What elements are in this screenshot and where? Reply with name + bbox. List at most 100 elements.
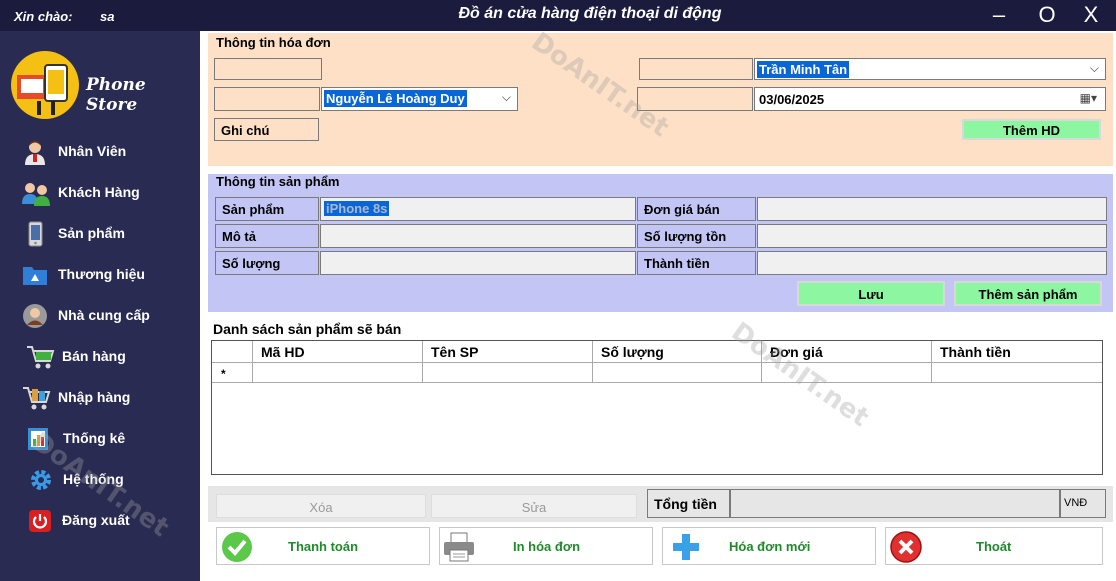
printer-icon bbox=[442, 531, 476, 568]
add-product-button[interactable]: Thêm sản phẩm bbox=[954, 281, 1102, 306]
sidebar-item-dang-xuat[interactable]: Đăng xuất bbox=[0, 500, 200, 540]
table-cell[interactable] bbox=[593, 363, 762, 383]
sidebar-item-nhap-hang[interactable]: Nhập hàng bbox=[0, 377, 200, 417]
note-label: Ghi chú bbox=[214, 118, 319, 141]
delete-button[interactable]: Xóa bbox=[216, 494, 426, 518]
grand-total-field[interactable] bbox=[730, 489, 1060, 518]
customer-selected: Nguyễn Lê Hoàng Duy bbox=[324, 90, 467, 107]
sidebar-item-ban-hang[interactable]: Bán hàng bbox=[0, 336, 200, 376]
sidebar-item-nhan-vien[interactable]: Nhân Viên bbox=[0, 131, 200, 171]
stock-label: Số lượng tồn bbox=[637, 224, 756, 248]
invoice-group-title: Thông tin hóa đơn bbox=[216, 35, 331, 50]
calendar-icon[interactable]: ▦▾ bbox=[1080, 91, 1097, 105]
invoice-id-field[interactable] bbox=[214, 58, 322, 80]
sidebar-item-label: Nhập hàng bbox=[58, 389, 131, 405]
new-invoice-button[interactable]: Hóa đơn mới bbox=[662, 527, 876, 565]
sidebar-item-nha-cung-cap[interactable]: Nhà cung cấp bbox=[0, 295, 200, 335]
sale-list-title: Danh sách sản phẩm sẽ bán bbox=[213, 321, 402, 337]
description-field[interactable] bbox=[320, 224, 636, 248]
check-icon bbox=[221, 531, 253, 568]
product-group-title: Thông tin sản phẩm bbox=[216, 174, 340, 189]
description-label: Mô tả bbox=[215, 224, 319, 248]
stock-field[interactable] bbox=[757, 224, 1107, 248]
import-cart-icon bbox=[22, 385, 51, 411]
chevron-down-icon: ⌵ bbox=[1089, 61, 1099, 75]
sidebar-item-label: Đăng xuất bbox=[62, 512, 130, 528]
sale-list-table[interactable]: Mã HD Tên SP Số lượng Đơn giá Thành tiền… bbox=[211, 340, 1103, 475]
quantity-label: Số lượng bbox=[215, 251, 319, 275]
staff-selected: Trần Minh Tân bbox=[757, 61, 850, 78]
chevron-down-icon: ⌵ bbox=[501, 90, 511, 104]
statistics-icon bbox=[26, 426, 52, 452]
column-header[interactable]: Tên SP bbox=[423, 341, 593, 363]
sidebar-item-label: Khách Hàng bbox=[58, 184, 140, 200]
pay-button[interactable]: Thanh toán bbox=[216, 527, 430, 565]
gear-icon bbox=[28, 467, 54, 493]
date-picker[interactable]: 03/06/2025 ▦▾ bbox=[754, 87, 1106, 111]
table-cell[interactable] bbox=[762, 363, 932, 383]
sidebar-item-label: Thống kê bbox=[63, 430, 126, 446]
print-invoice-button[interactable]: In hóa đơn bbox=[439, 527, 653, 565]
sidebar-item-thuong-hieu[interactable]: Thương hiệu bbox=[0, 254, 200, 294]
column-header[interactable]: Số lượng bbox=[593, 341, 762, 363]
new-row-marker: * bbox=[212, 363, 253, 383]
row-header-corner bbox=[212, 341, 253, 363]
logo: Phone Store bbox=[0, 31, 200, 131]
staff-icon bbox=[22, 139, 48, 165]
sidebar-item-label: Sản phẩm bbox=[58, 225, 125, 241]
staff-select[interactable]: Trần Minh Tân ⌵ bbox=[754, 58, 1106, 80]
customer-select[interactable]: Nguyễn Lê Hoàng Duy ⌵ bbox=[321, 87, 518, 111]
sidebar-item-label: Nhà cung cấp bbox=[58, 307, 150, 323]
sidebar-item-label: Nhân Viên bbox=[58, 143, 127, 159]
exit-button[interactable]: Thoát bbox=[885, 527, 1103, 565]
sidebar-item-san-pham[interactable]: Sản phẩm bbox=[0, 213, 200, 253]
sidebar: Phone Store Nhân Viên Khách Hàng Sản phẩ… bbox=[0, 31, 200, 581]
exit-label: Thoát bbox=[976, 539, 1012, 554]
minimize-button[interactable]: – bbox=[982, 2, 1016, 28]
plus-icon bbox=[671, 532, 701, 567]
grand-total-label: Tổng tiền bbox=[647, 489, 730, 518]
staff-label-box bbox=[639, 58, 753, 80]
table-cell[interactable] bbox=[253, 363, 423, 383]
store-logo-icon bbox=[11, 51, 79, 119]
add-invoice-button[interactable]: Thêm HD bbox=[962, 119, 1101, 140]
edit-button[interactable]: Sửa bbox=[431, 494, 637, 518]
currency-label: VNĐ bbox=[1060, 489, 1106, 518]
product-label: Sản phẩm bbox=[215, 197, 319, 221]
column-header[interactable]: Mã HD bbox=[253, 341, 423, 363]
product-field[interactable]: iPhone 8s bbox=[320, 197, 636, 221]
close-button[interactable]: X bbox=[1074, 2, 1108, 28]
price-field[interactable] bbox=[757, 197, 1107, 221]
price-label: Đơn giá bán bbox=[637, 197, 756, 221]
date-label-box bbox=[637, 87, 753, 111]
pay-label: Thanh toán bbox=[288, 539, 359, 554]
supplier-icon bbox=[22, 303, 48, 329]
title-bar: Xin chào: sa Đồ án cửa hàng điện thoại d… bbox=[0, 0, 1116, 31]
date-value: 03/06/2025 bbox=[759, 92, 825, 107]
power-icon bbox=[27, 508, 53, 534]
brand-icon bbox=[22, 262, 48, 288]
table-cell[interactable] bbox=[423, 363, 593, 383]
column-header[interactable]: Thành tiền bbox=[932, 341, 1102, 363]
line-total-field[interactable] bbox=[757, 251, 1107, 275]
print-label: In hóa đơn bbox=[513, 539, 581, 554]
window-title: Đồ án cửa hàng điện thoại di động bbox=[458, 5, 722, 22]
line-total-label: Thành tiền bbox=[637, 251, 756, 275]
sidebar-item-label: Bán hàng bbox=[62, 348, 126, 364]
customers-icon bbox=[22, 180, 50, 206]
save-button[interactable]: Lưu bbox=[797, 281, 945, 306]
sidebar-item-thong-ke[interactable]: Thống kê bbox=[0, 418, 200, 458]
quantity-field[interactable] bbox=[320, 251, 636, 275]
sidebar-item-khach-hang[interactable]: Khách Hàng bbox=[0, 172, 200, 212]
product-value: iPhone 8s bbox=[324, 201, 390, 216]
sidebar-item-he-thong[interactable]: Hệ thống bbox=[0, 459, 200, 499]
phone-icon bbox=[22, 221, 48, 247]
main-content: Thông tin hóa đơn Nguyễn Lê Hoàng Duy ⌵ … bbox=[200, 31, 1116, 581]
column-header[interactable]: Đơn giá bbox=[762, 341, 932, 363]
new-invoice-label: Hóa đơn mới bbox=[729, 539, 811, 554]
sidebar-item-label: Hệ thống bbox=[63, 471, 124, 487]
sale-cart-icon bbox=[26, 344, 55, 370]
maximize-button[interactable]: O bbox=[1030, 2, 1064, 28]
sidebar-item-label: Thương hiệu bbox=[58, 266, 145, 282]
table-cell[interactable] bbox=[932, 363, 1102, 383]
